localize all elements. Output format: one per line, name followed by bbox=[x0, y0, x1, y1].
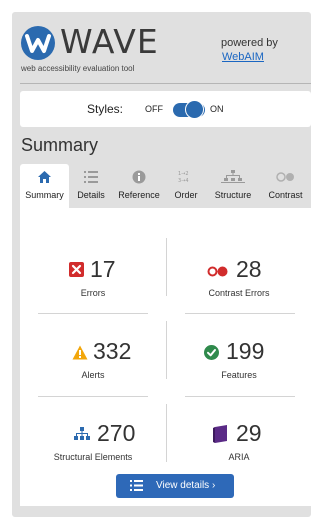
feature-icon bbox=[204, 345, 219, 360]
tab-label: Summary bbox=[25, 190, 64, 200]
list-icon bbox=[70, 170, 112, 184]
wave-logo-icon bbox=[21, 26, 55, 60]
structural-label: Structural Elements bbox=[53, 452, 133, 462]
tab-contrast[interactable]: Contrast bbox=[260, 164, 311, 208]
styles-on-label: ON bbox=[210, 104, 224, 114]
svg-text:1→2: 1→2 bbox=[178, 171, 189, 177]
styles-toggle-bar: Styles: OFF ON bbox=[20, 91, 311, 127]
structural-icon bbox=[74, 427, 90, 442]
styles-off-label: OFF bbox=[145, 104, 163, 114]
grid-divider bbox=[38, 313, 148, 314]
contrast-icon bbox=[260, 170, 311, 184]
view-details-label: View details › bbox=[156, 480, 216, 491]
logo-text: WAVE bbox=[60, 22, 159, 61]
styles-toggle-knob[interactable] bbox=[185, 100, 204, 119]
tab-label: Order bbox=[174, 190, 198, 200]
alerts-count: 332 bbox=[93, 338, 132, 364]
header-divider bbox=[20, 83, 311, 84]
tab-label: Contrast bbox=[268, 190, 303, 200]
view-details-button[interactable]: View details › bbox=[116, 474, 234, 498]
styles-label: Styles: bbox=[87, 102, 124, 116]
alerts-label: Alerts bbox=[81, 370, 105, 380]
tab-summary[interactable]: Summary bbox=[20, 164, 69, 208]
summary-content: 17 Errors 28 Contrast Errors 332 Alerts … bbox=[20, 208, 311, 506]
features-count: 199 bbox=[226, 338, 265, 364]
tab-order[interactable]: 1→2 3→4 Order bbox=[166, 164, 206, 208]
tab-label: Structure bbox=[214, 190, 252, 200]
list-icon bbox=[130, 480, 143, 494]
grid-divider bbox=[185, 313, 295, 314]
aria-label: ARIA bbox=[228, 452, 250, 462]
tab-structure[interactable]: Structure bbox=[207, 164, 259, 208]
contrast-errors-icon bbox=[207, 264, 229, 277]
structural-count: 270 bbox=[97, 420, 136, 446]
aria-icon bbox=[213, 425, 229, 443]
tab-label: Details bbox=[77, 190, 105, 200]
tab-details[interactable]: Details bbox=[70, 164, 112, 208]
aria-count: 29 bbox=[236, 420, 262, 446]
tab-bar: Summary Details Reference 1→2 3→4 Order S… bbox=[20, 164, 311, 208]
header: WAVE web accessibility evaluation tool p… bbox=[12, 12, 311, 82]
svg-text:3→4: 3→4 bbox=[178, 178, 189, 184]
tab-label: Reference bbox=[118, 190, 160, 200]
errors-count: 17 bbox=[90, 256, 116, 282]
contrast-errors-count: 28 bbox=[236, 256, 262, 282]
contrast-errors-label: Contrast Errors bbox=[208, 288, 270, 298]
features-label: Features bbox=[221, 370, 257, 380]
wave-panel: WAVE web accessibility evaluation tool p… bbox=[12, 12, 311, 517]
info-icon bbox=[113, 170, 165, 184]
errors-label: Errors bbox=[80, 288, 106, 298]
grid-divider bbox=[185, 396, 295, 397]
webaim-link[interactable]: WebAIM bbox=[222, 51, 264, 63]
alert-icon bbox=[72, 345, 88, 360]
errors-icon bbox=[69, 262, 84, 277]
structure-icon bbox=[207, 170, 259, 184]
panel-title: Summary bbox=[21, 135, 99, 155]
tagline: web accessibility evaluation tool bbox=[21, 64, 135, 73]
grid-divider bbox=[38, 396, 148, 397]
powered-by-text: powered by bbox=[221, 37, 278, 49]
tab-reference[interactable]: Reference bbox=[113, 164, 165, 208]
order-icon: 1→2 3→4 bbox=[166, 170, 206, 184]
home-icon bbox=[20, 170, 69, 184]
